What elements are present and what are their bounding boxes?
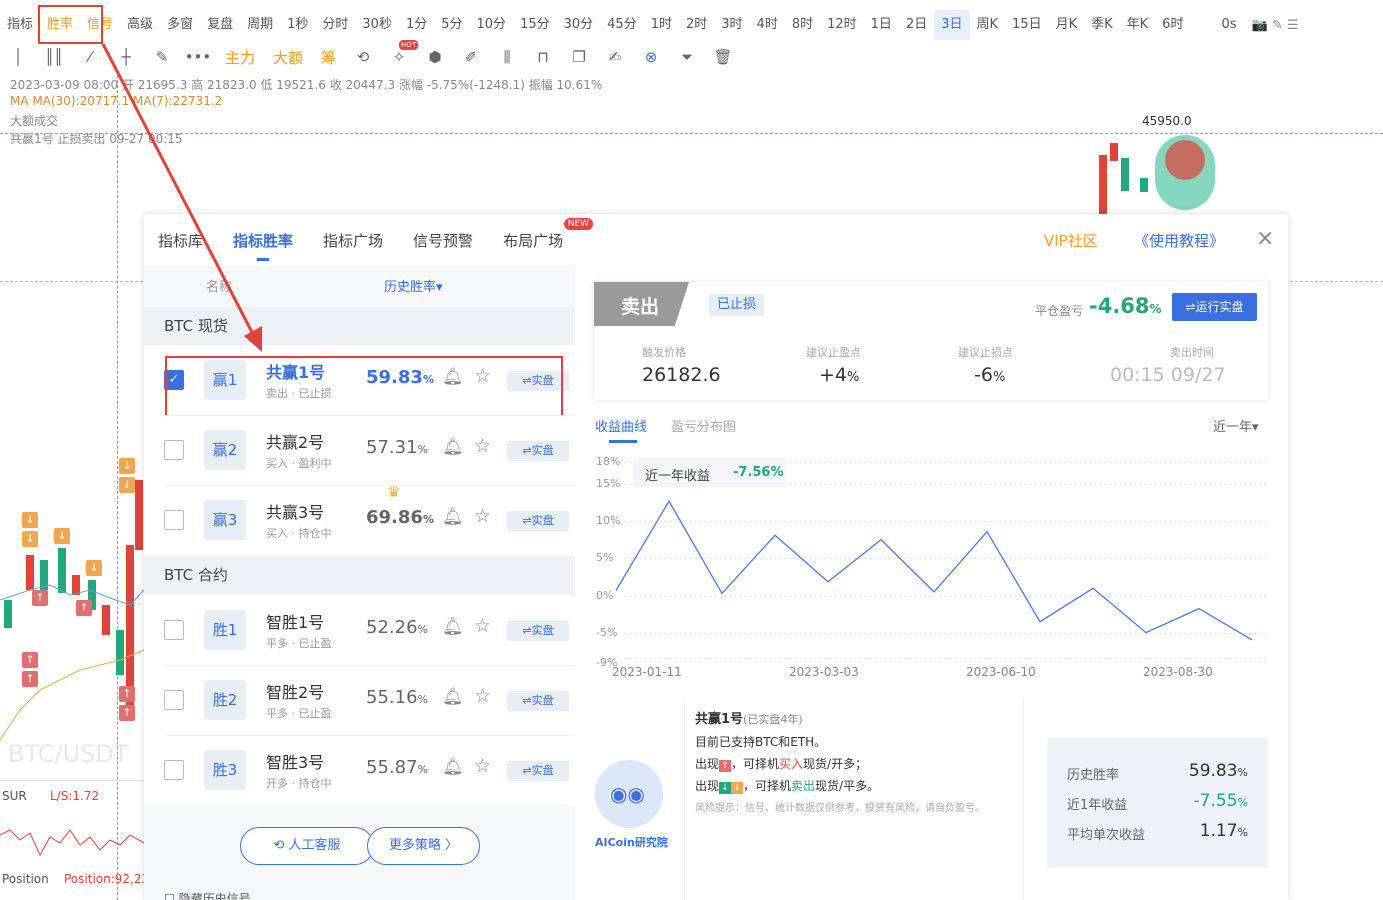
annotation-arrow — [101, 43, 262, 352]
